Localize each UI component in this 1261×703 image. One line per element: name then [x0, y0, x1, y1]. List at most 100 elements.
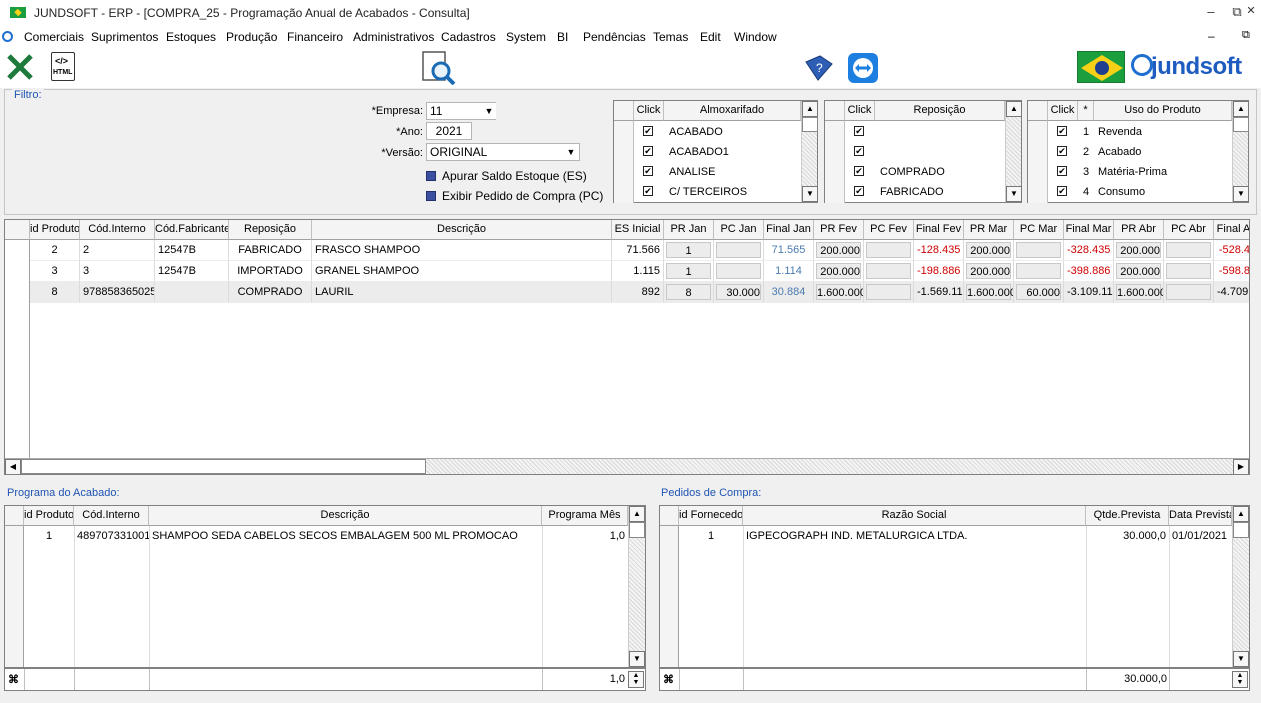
col-id-produto[interactable]: id Produto [24, 506, 74, 526]
total-spinner-icon[interactable]: ▲ ▼ [1232, 671, 1248, 688]
repos-header[interactable]: Reposição [875, 101, 1005, 121]
empresa-dropdown-icon[interactable]: ▼ [482, 103, 496, 119]
uso-click-header[interactable]: Click [1048, 101, 1078, 121]
menu-window[interactable]: Window [734, 30, 777, 44]
almox-checkbox[interactable]: ✔ [643, 146, 653, 156]
repos-click-header[interactable]: Click [845, 101, 875, 121]
uso-checkbox[interactable]: ✔ [1057, 166, 1067, 176]
scroll-down-icon[interactable]: ▼ [1233, 651, 1249, 667]
grid-column-header[interactable]: ES Inicial [612, 220, 664, 240]
scroll-down-icon[interactable]: ▼ [629, 651, 645, 667]
table-cell[interactable]: FABRICADO [229, 240, 312, 261]
grid-column-header[interactable]: Final Fev [914, 220, 964, 240]
table-cell[interactable]: 1.114 [764, 261, 814, 282]
table-cell[interactable]: SHAMPOO SEDA CABELOS SECOS EMBALAGEM 500… [149, 526, 542, 547]
uso-scrollbar[interactable]: ▲ ▼ [1232, 101, 1249, 202]
grid-column-header[interactable]: PC Abr [1164, 220, 1214, 240]
menu-pendencias[interactable]: Pendências [583, 30, 646, 44]
table-cell[interactable]: 4897073310015 [74, 526, 149, 547]
grid-column-header[interactable]: Reposição [229, 220, 312, 240]
versao-select[interactable]: ORIGINAL [426, 143, 580, 161]
table-cell[interactable]: 1.600.000 [814, 282, 864, 303]
table-cell[interactable] [714, 240, 764, 261]
table-cell[interactable]: 2 [80, 240, 155, 261]
table-cell[interactable]: 1 [679, 526, 743, 547]
table-cell[interactable]: 1 [664, 261, 714, 282]
table-cell[interactable]: 2 [30, 240, 80, 261]
col-cod-interno[interactable]: Cód.Interno [74, 506, 149, 526]
programa-vscrollbar[interactable]: ▲ ▼ [628, 506, 645, 667]
table-cell[interactable]: 60.000 [1014, 282, 1064, 303]
apurar-saldo-checkbox[interactable] [426, 171, 436, 181]
menu-financeiro[interactable]: Financeiro [287, 30, 343, 44]
table-cell[interactable]: GRANEL SHAMPOO [312, 261, 612, 282]
scroll-thumb[interactable] [21, 459, 426, 474]
scroll-right-icon[interactable]: ▶ [1233, 459, 1249, 474]
table-cell[interactable]: 1.115 [612, 261, 664, 282]
child-restore-button[interactable]: ⧉ [1242, 29, 1250, 42]
menu-bi[interactable]: BI [557, 30, 568, 44]
menu-cadastros[interactable]: Cadastros [441, 30, 496, 44]
almox-click-header[interactable]: Click [634, 101, 664, 121]
table-cell[interactable]: -398.886 [1064, 261, 1114, 282]
col-qtde-prevista[interactable]: Qtde.Prevista [1086, 506, 1169, 526]
table-cell[interactable]: 12547B [155, 261, 229, 282]
table-cell[interactable]: IMPORTADO [229, 261, 312, 282]
table-cell[interactable]: -528.4 [1214, 240, 1249, 261]
table-cell[interactable]: 200.000 [964, 240, 1014, 261]
table-cell[interactable]: 12547B [155, 240, 229, 261]
grid-column-header[interactable]: Cód.Interno [80, 220, 155, 240]
help-book-icon[interactable]: ? [802, 52, 834, 84]
repos-scrollbar[interactable]: ▲ ▼ [1005, 101, 1022, 202]
col-razao-social[interactable]: Razão Social [743, 506, 1086, 526]
table-cell[interactable]: 1 [24, 526, 74, 547]
table-cell[interactable]: 30.000,0 [1086, 526, 1169, 547]
scroll-down-icon[interactable]: ▼ [1233, 186, 1249, 202]
col-id-fornecedor[interactable]: id Fornecedor [679, 506, 743, 526]
table-cell[interactable] [1164, 240, 1214, 261]
uso-checkbox[interactable]: ✔ [1057, 126, 1067, 136]
table-cell[interactable]: -4.709.1 [1214, 282, 1249, 303]
almox-scrollbar[interactable]: ▲ ▼ [801, 101, 818, 202]
menu-producao[interactable]: Produção [226, 30, 277, 44]
html-export-icon[interactable]: </> HTML [51, 52, 75, 81]
total-spinner-icon[interactable]: ▲ ▼ [628, 671, 644, 688]
scroll-left-icon[interactable]: ◀ [5, 459, 21, 474]
close-button[interactable]: ✕ [1240, 4, 1261, 22]
app-menu-icon[interactable] [2, 31, 13, 42]
grid-column-header[interactable]: Final A [1214, 220, 1249, 240]
table-cell[interactable]: LAURIL [312, 282, 612, 303]
grid-column-header[interactable]: PR Abr [1114, 220, 1164, 240]
grid-column-header[interactable]: Final Mar [1064, 220, 1114, 240]
scroll-up-icon[interactable]: ▲ [802, 101, 818, 117]
table-cell[interactable]: 200.000 [814, 261, 864, 282]
table-cell[interactable]: 3 [30, 261, 80, 282]
col-programa-mes[interactable]: Programa Mês [542, 506, 628, 526]
repos-checkbox[interactable]: ✔ [854, 126, 864, 136]
table-cell[interactable] [1014, 240, 1064, 261]
menu-temas[interactable]: Temas [653, 30, 688, 44]
table-cell[interactable]: FRASCO SHAMPOO [312, 240, 612, 261]
table-cell[interactable] [1164, 282, 1214, 303]
menu-system[interactable]: System [506, 30, 546, 44]
table-cell[interactable]: 200.000 [1114, 240, 1164, 261]
menu-administrativos[interactable]: Administrativos [353, 30, 434, 44]
table-cell[interactable] [864, 261, 914, 282]
table-cell[interactable]: 200.000 [1114, 261, 1164, 282]
col-data-prevista[interactable]: Data Prevista [1169, 506, 1232, 526]
excel-export-icon[interactable] [6, 53, 34, 81]
table-cell[interactable]: 1.600.000 [1114, 282, 1164, 303]
table-cell[interactable]: -3.109.116 [1064, 282, 1114, 303]
table-cell[interactable]: 892 [612, 282, 664, 303]
table-cell[interactable]: -128.435 [914, 240, 964, 261]
table-cell[interactable]: 200.000 [964, 261, 1014, 282]
grid-column-header[interactable]: id Produto [30, 220, 80, 240]
table-cell[interactable]: -1.569.116 [914, 282, 964, 303]
scroll-down-icon[interactable]: ▼ [1006, 186, 1022, 202]
almox-checkbox[interactable]: ✔ [643, 186, 653, 196]
scroll-thumb[interactable] [1233, 117, 1249, 132]
table-cell[interactable]: 71.565 [764, 240, 814, 261]
grid-column-header[interactable]: Descrição [312, 220, 612, 240]
table-cell[interactable] [1014, 261, 1064, 282]
scroll-up-icon[interactable]: ▲ [629, 506, 645, 522]
